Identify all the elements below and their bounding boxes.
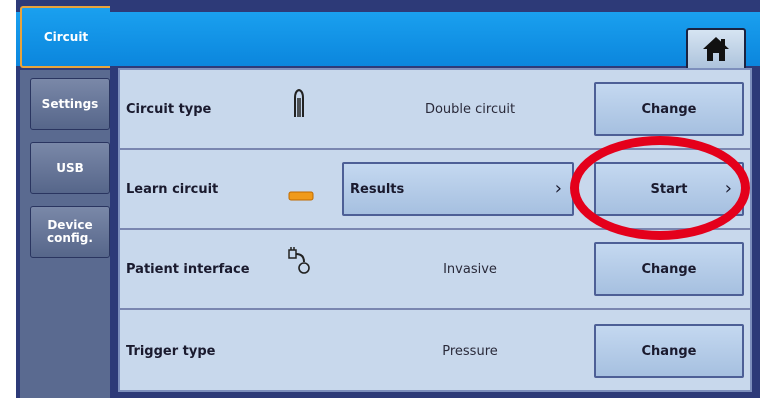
row-trigger-type: Trigger type Pressure Change [120,310,750,388]
tab-circuit[interactable]: Circuit [20,6,110,68]
patient-interface-label: Patient interface [126,262,250,277]
tab-settings[interactable]: Settings [30,78,110,130]
circuit-type-change-button[interactable]: Change [594,82,744,136]
trigger-type-label: Trigger type [126,344,216,359]
row-learn-circuit: Learn circuit Results › Start › [120,150,750,230]
tab-device-config[interactable]: Device config. [30,206,110,258]
patient-interface-value: Invasive [443,262,497,277]
row-circuit-type: Circuit type Double circuit Change [120,70,750,150]
circuit-panel: Circuit type Double circuit Change Learn… [118,68,752,392]
sidebar: Settings USB Device config. [20,70,110,398]
tab-usb[interactable]: USB [30,142,110,194]
learn-status-indicator-icon [288,186,314,205]
trigger-type-value: Pressure [442,344,498,359]
double-circuit-icon [292,88,306,122]
circuit-type-value: Double circuit [424,102,516,117]
ventilator-screen: Settings USB Device config. Circuit Circ… [16,0,760,398]
patient-interface-change-button[interactable]: Change [594,242,744,296]
header-bar [16,12,760,74]
start-learn-circuit-button[interactable]: Start › [594,162,744,216]
results-button[interactable]: Results › [342,162,574,216]
circuit-type-label: Circuit type [126,102,212,117]
row-patient-interface: Patient interface Invasive Change [120,230,750,310]
home-icon [701,35,731,67]
learn-circuit-label: Learn circuit [126,182,219,197]
chevron-right-icon: › [554,178,562,199]
chevron-right-icon: › [724,178,732,199]
trigger-type-change-button[interactable]: Change [594,324,744,378]
invasive-interface-icon [286,246,312,280]
